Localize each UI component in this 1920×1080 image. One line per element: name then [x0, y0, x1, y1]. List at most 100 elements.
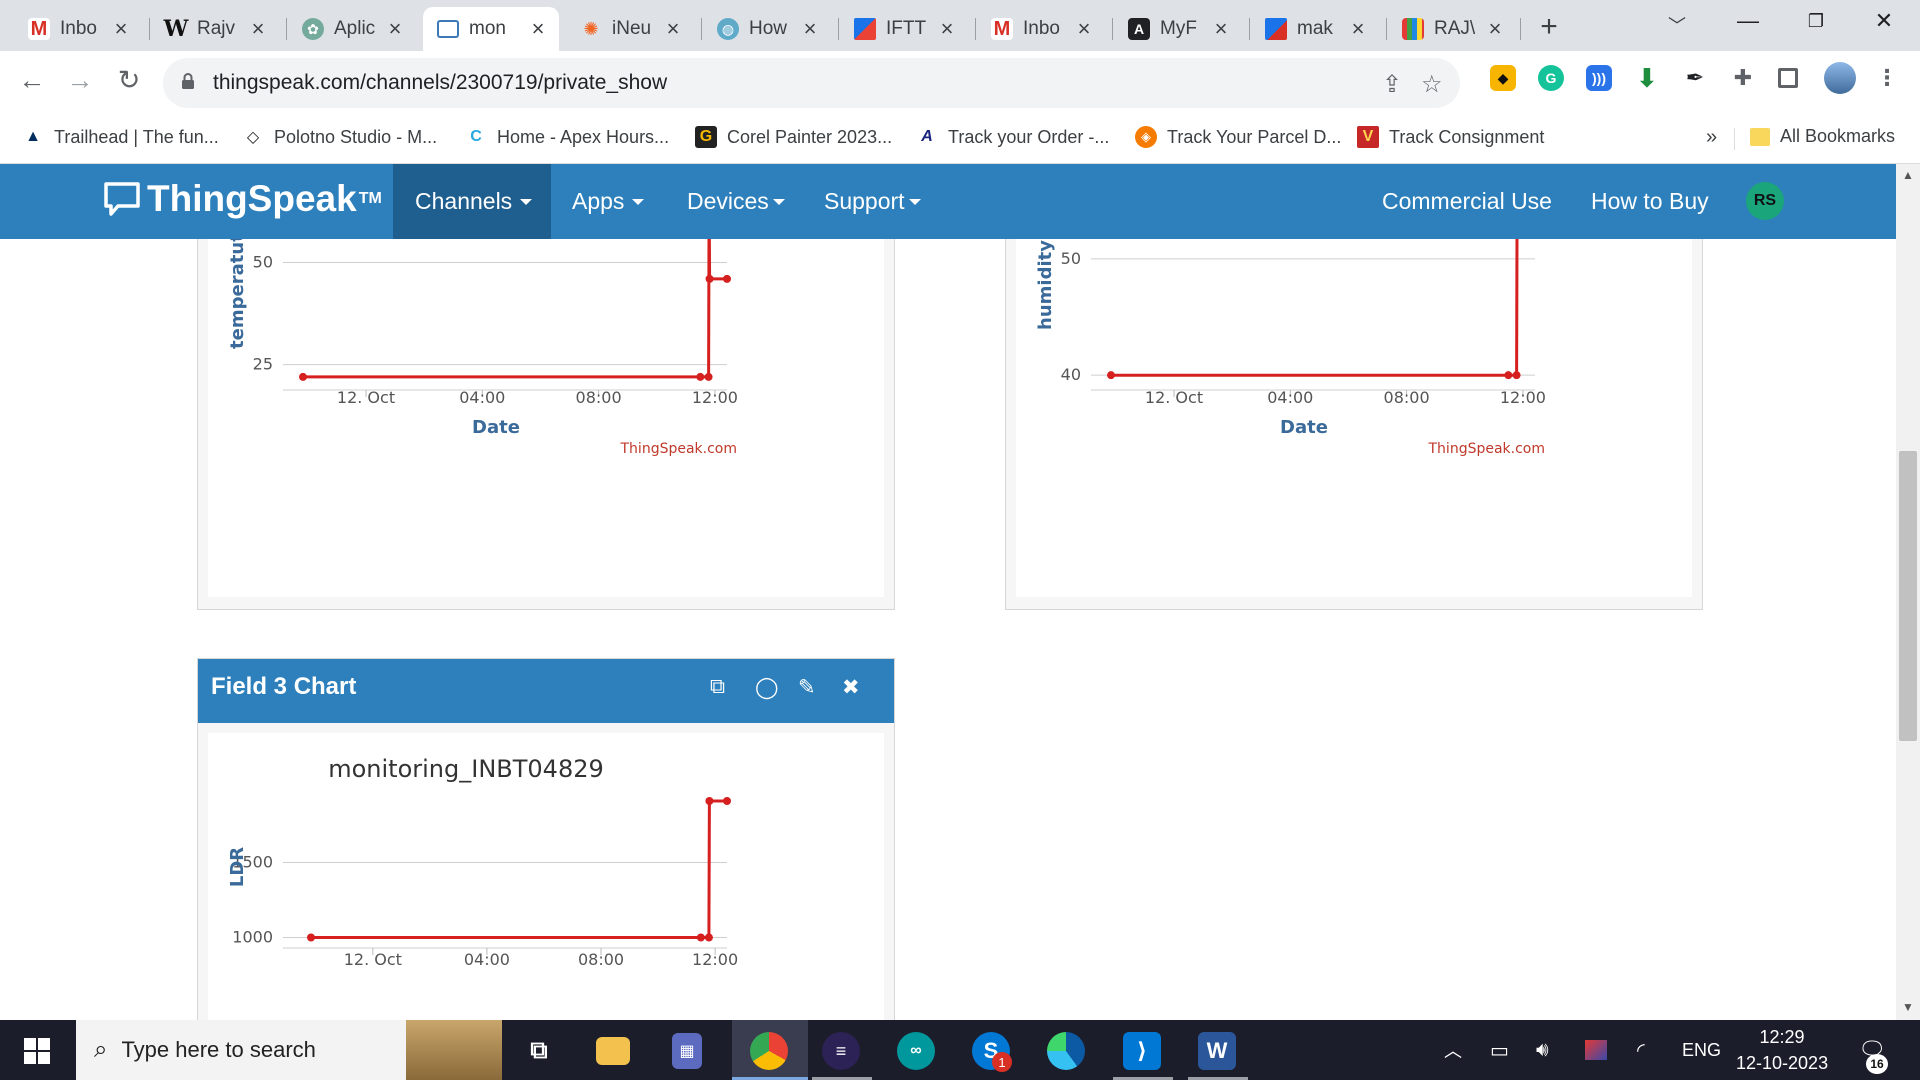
scroll-up-arrow-icon[interactable]: ▲ — [1896, 168, 1920, 182]
x-tick-label: 04:00 — [1267, 388, 1313, 407]
menu-kebab-icon[interactable]: ⋮ — [1874, 65, 1900, 91]
close-icon[interactable]: × — [1347, 16, 1369, 42]
grid-icon — [1402, 18, 1424, 40]
x-tick-label: 08:00 — [576, 388, 622, 407]
address-bar[interactable]: thingspeak.com/channels/2300719/private_… — [163, 58, 1460, 108]
nav-commercial-use[interactable]: Commercial Use — [1382, 164, 1552, 239]
extension-eyedropper-icon[interactable]: ✒ — [1682, 65, 1708, 91]
profile-avatar[interactable] — [1824, 62, 1856, 94]
eclipse-icon[interactable]: ≡ — [822, 1032, 860, 1070]
extension-download-icon[interactable]: ⬇ — [1634, 63, 1660, 93]
scroll-down-arrow-icon[interactable]: ▼ — [1896, 1000, 1920, 1014]
user-avatar[interactable]: RS — [1746, 182, 1784, 220]
browser-tab[interactable]: mak × — [1251, 7, 1379, 51]
x-tick-label: 12:00 — [1500, 388, 1546, 407]
close-icon[interactable]: × — [936, 16, 958, 42]
close-icon[interactable]: × — [799, 16, 821, 42]
edit-pencil-icon[interactable]: ✎ — [798, 675, 816, 700]
browser-tab[interactable]: M Inbo × — [14, 7, 142, 51]
word-icon[interactable]: W — [1198, 1032, 1236, 1070]
browser-tab[interactable]: M Inbo × — [977, 7, 1105, 51]
calculator-icon[interactable]: ▦ — [672, 1033, 702, 1069]
close-icon[interactable]: × — [247, 16, 269, 42]
bookmark-item[interactable]: C Home - Apex Hours... — [465, 126, 669, 148]
extensions-puzzle-icon[interactable]: ✚ — [1730, 65, 1756, 91]
close-icon[interactable]: × — [1210, 16, 1232, 42]
nav-devices[interactable]: Devices — [687, 164, 785, 239]
tab-strip: M Inbo × W Rajv × ✿ Aplic × mon × ✺ iNeu… — [0, 0, 1920, 51]
new-tab-button[interactable]: + — [1534, 10, 1564, 44]
vscode-icon[interactable]: ⟩ — [1123, 1032, 1161, 1070]
browser-tab[interactable]: ✺ iNeu × — [566, 7, 694, 51]
nav-how-to-buy[interactable]: How to Buy — [1591, 164, 1709, 239]
close-icon[interactable]: × — [110, 16, 132, 42]
close-icon[interactable]: × — [384, 16, 406, 42]
edge-icon[interactable] — [1047, 1032, 1085, 1070]
nav-apps[interactable]: Apps — [572, 164, 645, 239]
browser-tab[interactable]: A MyF × — [1114, 7, 1242, 51]
browser-tab[interactable]: ◍ How × — [703, 7, 831, 51]
window-close-icon[interactable]: ✕ — [1864, 8, 1904, 34]
y-tick-label: 50 — [1061, 249, 1081, 268]
wifi-icon[interactable]: ◜ — [1637, 1020, 1645, 1080]
extension-binance-icon[interactable]: ◆ — [1490, 65, 1516, 91]
taskbar-search-box[interactable]: ⌕ Type here to search — [76, 1020, 502, 1080]
x-tick-label: 04:00 — [459, 388, 505, 407]
more-bookmarks-button[interactable]: » — [1706, 126, 1717, 149]
all-bookmarks-button[interactable]: All Bookmarks — [1750, 126, 1895, 147]
task-view-icon[interactable]: ⧉ — [520, 1032, 558, 1070]
tray-chevron-icon[interactable]: ︿ — [1444, 1020, 1462, 1080]
battery-icon[interactable]: ▭ — [1490, 1020, 1509, 1080]
browser-tab-active[interactable]: mon × — [423, 7, 559, 51]
field3-panel-header: Field 3 Chart ⧉ ◯ ✎ ✖ — [198, 659, 894, 723]
arduino-icon[interactable]: ∞ — [897, 1032, 935, 1070]
bookmark-item[interactable]: V Track Consignment — [1357, 126, 1544, 148]
scrollbar-thumb[interactable] — [1899, 451, 1917, 741]
clock[interactable]: 12:29 12-10-2023 — [1736, 1020, 1828, 1080]
x-tick-label: 08:00 — [578, 950, 624, 969]
comment-icon[interactable]: ◯ — [755, 675, 779, 700]
chrome-icon[interactable] — [750, 1032, 788, 1070]
data-point — [723, 797, 731, 805]
bookmark-item[interactable]: ▲ Trailhead | The fun... — [22, 126, 219, 148]
nav-channels[interactable]: Channels — [393, 164, 551, 239]
close-icon[interactable]: × — [662, 16, 684, 42]
file-explorer-icon[interactable] — [596, 1037, 630, 1065]
y-tick-label: 1000 — [232, 928, 273, 947]
language-indicator[interactable]: ENG — [1682, 1020, 1721, 1080]
x-axis-title: Date — [472, 417, 520, 438]
reload-icon[interactable]: ↻ — [111, 65, 147, 96]
restore-icon[interactable]: ❐ — [1796, 11, 1836, 32]
windows-start-icon[interactable] — [18, 1032, 56, 1070]
url-text: thingspeak.com/channels/2300719/private_… — [213, 71, 668, 94]
extension-audio-icon[interactable]: ))) — [1586, 65, 1612, 91]
close-icon[interactable]: × — [1484, 16, 1506, 42]
back-icon[interactable]: ← — [14, 65, 50, 96]
browser-tab[interactable]: ✿ Aplic × — [288, 7, 416, 51]
forward-icon[interactable]: → — [62, 65, 98, 96]
bookmark-item[interactable]: ◈ Track Your Parcel D... — [1135, 126, 1341, 148]
side-panel-icon[interactable] — [1778, 68, 1798, 88]
browser-tab[interactable]: IFTT × — [840, 7, 968, 51]
bookmark-star-icon[interactable]: ☆ — [1421, 70, 1443, 99]
nav-support[interactable]: Support — [824, 164, 921, 239]
extension-grammarly-icon[interactable]: G — [1538, 65, 1564, 91]
open-external-icon[interactable]: ⧉ — [710, 675, 725, 699]
data-point — [705, 274, 714, 283]
close-icon[interactable]: × — [1073, 16, 1095, 42]
volume-icon[interactable]: 🔊︎ — [1536, 1020, 1549, 1080]
tray-app-icon[interactable] — [1585, 1020, 1607, 1080]
bookmark-item[interactable]: A Track your Order -... — [916, 126, 1109, 148]
page-viewport: ThingSpeak TM Channels Apps Devices Suppo… — [0, 164, 1896, 1020]
tab-search-chevron-icon[interactable]: ﹀ — [1668, 12, 1686, 38]
browser-tab[interactable]: W Rajv × — [151, 7, 279, 51]
remove-close-icon[interactable]: ✖ — [842, 675, 860, 700]
bookmark-item[interactable]: G Corel Painter 2023... — [695, 126, 892, 148]
bookmark-item[interactable]: ◇ Polotno Studio - M... — [242, 126, 437, 148]
browser-tab[interactable]: RAJ\ × — [1388, 7, 1516, 51]
close-icon[interactable]: × — [527, 16, 549, 42]
minimize-icon[interactable]: — — [1728, 8, 1768, 34]
thingspeak-logo[interactable]: ThingSpeak TM — [103, 178, 382, 220]
share-icon[interactable]: ⇪ — [1382, 70, 1402, 99]
data-point — [307, 933, 315, 942]
